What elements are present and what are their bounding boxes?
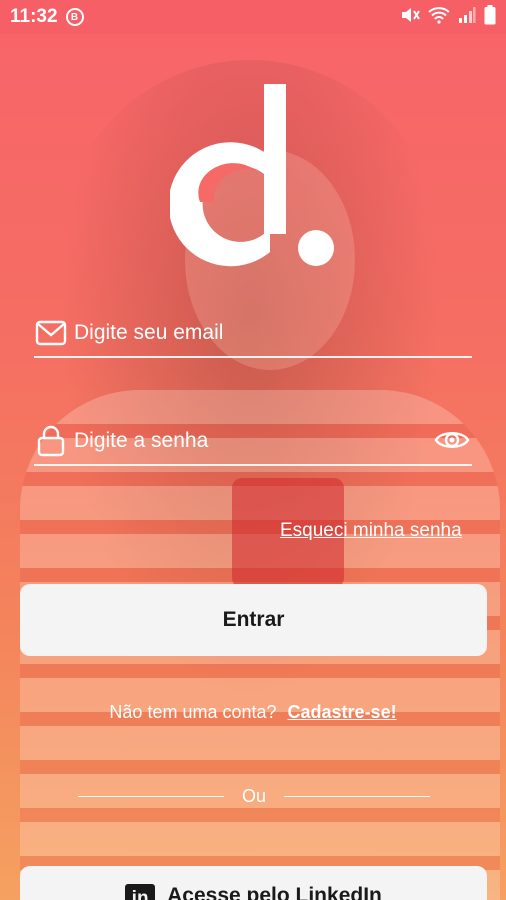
or-divider: Ou	[78, 785, 431, 806]
divider-line-right	[284, 795, 431, 797]
email-input[interactable]	[74, 321, 414, 345]
no-account-text: Não tem uma conta?	[109, 702, 277, 722]
app-logo	[168, 82, 340, 272]
wifi-icon	[428, 6, 450, 29]
status-bar: 11:32 B	[0, 0, 506, 34]
forgot-password-link[interactable]: Esqueci minha senha	[280, 520, 462, 542]
divider-line-left	[78, 795, 224, 797]
signup-link[interactable]: Cadastre-se!	[288, 702, 397, 722]
enter-button[interactable]: Entrar	[20, 584, 487, 656]
eye-icon[interactable]	[434, 426, 470, 459]
password-input[interactable]	[74, 429, 414, 453]
linkedin-login-button[interactable]: in Acesse pelo LinkedIn	[20, 866, 487, 900]
status-time: 11:32	[10, 6, 58, 27]
divider-text: Ou	[242, 785, 267, 806]
mute-icon	[400, 6, 420, 29]
battery-icon	[484, 4, 496, 30]
status-icons	[400, 4, 496, 30]
notification-badge-icon: B	[65, 8, 84, 26]
linkedin-icon: in	[125, 884, 156, 900]
email-field-container	[34, 310, 472, 358]
signup-prompt: Não tem uma conta? Cadastre-se!	[0, 702, 506, 723]
linkedin-button-label: Acesse pelo LinkedIn	[167, 884, 382, 900]
mail-icon	[34, 318, 68, 348]
signal-icon	[458, 6, 476, 29]
lock-icon	[34, 425, 68, 457]
password-field-container	[34, 418, 472, 466]
